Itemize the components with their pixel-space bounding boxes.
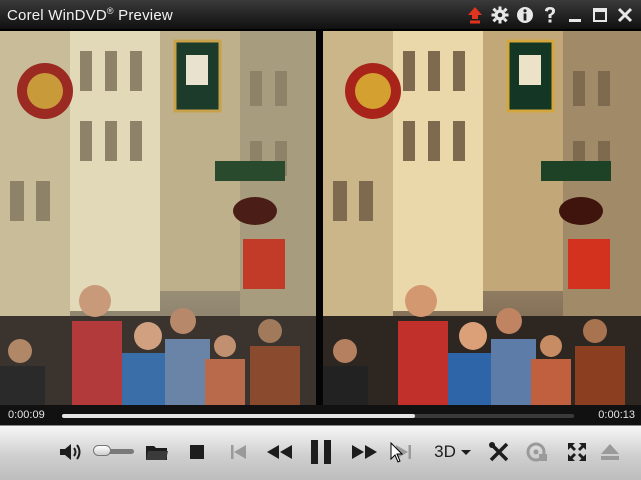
volume-icon[interactable]: [58, 439, 84, 465]
pause-button[interactable]: [306, 435, 336, 469]
info-icon[interactable]: [515, 6, 535, 25]
tools-icon[interactable]: [486, 439, 512, 465]
fullscreen-icon[interactable]: [564, 439, 590, 465]
video-pane-enhanced: [323, 31, 641, 405]
stop-button[interactable]: [186, 439, 208, 465]
video-frame-enhanced: [323, 31, 641, 405]
rewind-button[interactable]: [264, 439, 294, 465]
split-divider: [316, 31, 323, 405]
seek-bar-area: 0:00:09 0:00:13: [0, 405, 641, 425]
3d-mode-button[interactable]: 3D: [430, 439, 476, 465]
seek-slider[interactable]: [62, 414, 574, 418]
gear-icon[interactable]: [490, 6, 510, 25]
title-bar: Corel WinDVD® Preview: [0, 0, 641, 30]
3d-label: 3D: [434, 442, 456, 461]
elapsed-time: 0:00:09: [8, 409, 45, 421]
control-bar: 3D: [0, 425, 641, 480]
fast-forward-button[interactable]: [350, 439, 380, 465]
app-name: Corel WinDVD: [7, 7, 107, 24]
help-icon[interactable]: [540, 6, 560, 25]
total-time: 0:00:13: [598, 409, 635, 421]
upgrade-icon[interactable]: [465, 6, 485, 25]
folder-icon[interactable]: [144, 439, 170, 465]
video-frame: [0, 31, 316, 405]
maximize-icon[interactable]: [590, 6, 610, 25]
minimize-icon[interactable]: [565, 6, 585, 25]
video-area[interactable]: [0, 31, 641, 405]
window-title: Corel WinDVD® Preview: [7, 6, 173, 24]
volume-knob[interactable]: [93, 445, 112, 456]
eject-icon[interactable]: [598, 439, 622, 465]
mouse-cursor-icon: [390, 442, 404, 463]
seek-progress: [62, 414, 416, 418]
disc-menu-icon[interactable]: [524, 439, 550, 465]
chevron-down-icon: [460, 450, 471, 455]
close-icon[interactable]: [615, 6, 635, 25]
title-suffix: Preview: [118, 7, 173, 24]
registered-mark: ®: [106, 6, 114, 16]
video-pane-original: [0, 31, 316, 405]
previous-chapter-button[interactable]: [228, 439, 250, 465]
